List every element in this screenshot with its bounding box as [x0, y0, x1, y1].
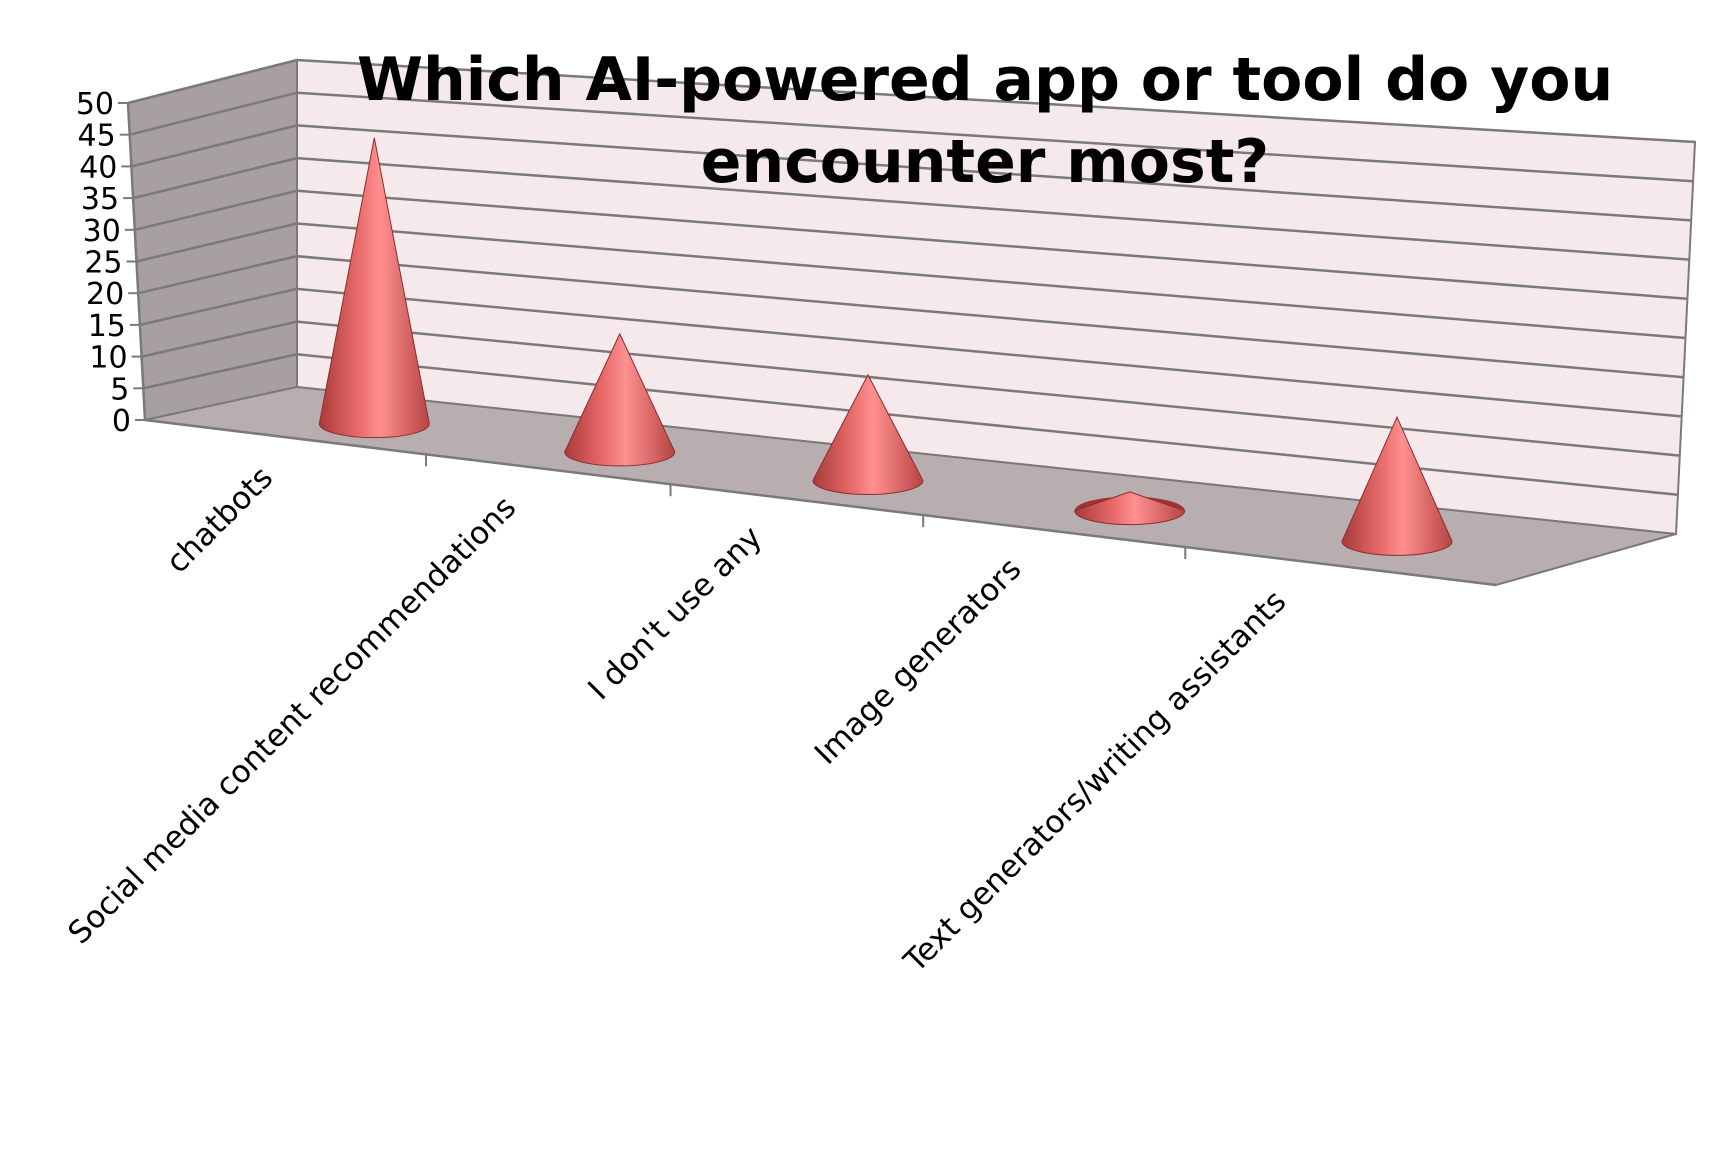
chart-title-line: encounter most?: [701, 127, 1269, 197]
y-tick-label: 20: [86, 277, 124, 312]
y-tick-label: 25: [84, 246, 122, 281]
chart: 0 5 10 15 20 25 30 35 40 45 50 chatbots Social medi…: [0, 0, 1720, 1153]
y-tick-label: 50: [76, 87, 114, 122]
y-tick-label: 5: [110, 372, 129, 407]
y-tick-label: 35: [81, 182, 119, 217]
y-tick-label: 0: [112, 404, 131, 439]
y-tick-label: 15: [88, 309, 126, 344]
y-tick-label: 40: [79, 150, 117, 185]
y-tick-label: 45: [78, 119, 116, 154]
x-category-label: chatbots: [159, 460, 280, 581]
y-axis-tick-labels: 05101520253035404550: [76, 87, 131, 439]
chart-title-line: Which AI-powered app or tool do you: [357, 45, 1613, 115]
y-tick-label: 10: [89, 341, 127, 376]
x-category-label: I don't use any: [581, 519, 769, 707]
chart-svg: 05101520253035404550 chatbotsSocial medi…: [61, 45, 1697, 980]
x-category-label: Image generators: [808, 551, 1029, 772]
y-tick-label: 30: [83, 214, 121, 249]
x-category-label: Social media content recommendations: [61, 489, 523, 951]
